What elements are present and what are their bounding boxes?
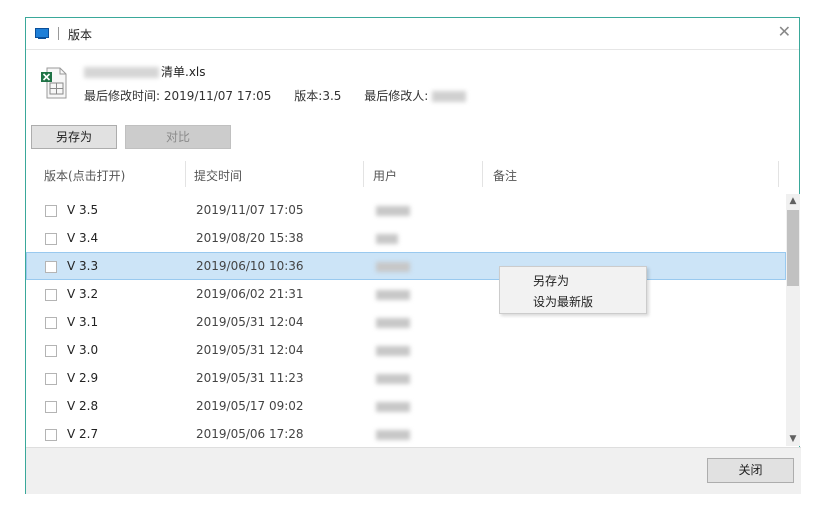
row-checkbox[interactable] — [45, 261, 57, 273]
table-row[interactable]: V 2.9 2019/05/31 11:23 — [26, 364, 786, 392]
row-version[interactable]: V 3.3 — [67, 259, 98, 273]
close-button[interactable]: 关闭 — [707, 458, 794, 483]
app-window-icon — [35, 28, 49, 39]
title-bar: 版本 ✕ — [26, 18, 799, 49]
row-checkbox[interactable] — [45, 233, 57, 245]
redacted-user — [376, 374, 410, 384]
close-icon[interactable]: ✕ — [778, 22, 791, 42]
row-checkbox[interactable] — [45, 401, 57, 413]
row-version[interactable]: V 3.0 — [67, 343, 98, 357]
redacted-user — [376, 290, 410, 300]
redacted-user — [376, 262, 410, 272]
context-menu-save-as[interactable]: 另存为 — [533, 272, 569, 289]
column-divider[interactable] — [185, 161, 186, 187]
modified-time-label: 最后修改时间: — [84, 89, 161, 103]
title-separator — [58, 27, 59, 40]
row-time: 2019/05/31 12:04 — [196, 343, 304, 357]
context-menu-set-latest[interactable]: 设为最新版 — [533, 293, 593, 310]
version-value: 3.5 — [322, 89, 342, 103]
redacted-user — [376, 402, 410, 412]
scroll-down-icon[interactable]: ▼ — [786, 432, 800, 446]
row-version[interactable]: V 2.8 — [67, 399, 98, 413]
row-time: 2019/11/07 17:05 — [196, 203, 304, 217]
column-header-user[interactable]: 用户 — [373, 167, 397, 184]
context-menu: 另存为 设为最新版 — [499, 266, 647, 314]
row-checkbox[interactable] — [45, 205, 57, 217]
row-version[interactable]: V 2.9 — [67, 371, 98, 385]
table-row[interactable]: V 3.0 2019/05/31 12:04 — [26, 336, 786, 364]
save-as-button[interactable]: 另存为 — [31, 125, 117, 149]
redacted-user — [376, 346, 410, 356]
table-row[interactable]: V 2.7 2019/05/06 17:28 — [26, 420, 786, 446]
file-name: 清单.xls — [84, 63, 206, 80]
excel-file-icon — [41, 67, 67, 99]
row-time: 2019/08/20 15:38 — [196, 231, 304, 245]
row-time: 2019/06/10 10:36 — [196, 259, 304, 273]
version-label: 版本: — [294, 89, 323, 103]
scroll-thumb[interactable] — [787, 210, 799, 286]
row-version[interactable]: V 2.7 — [67, 427, 98, 441]
compare-button[interactable]: 对比 — [125, 125, 231, 149]
title-divider — [26, 49, 799, 50]
window-title: 版本 — [68, 28, 93, 42]
column-divider[interactable] — [778, 161, 779, 187]
modifier-label: 最后修改人: — [364, 89, 429, 103]
row-time: 2019/05/17 09:02 — [196, 399, 304, 413]
redacted-modifier — [432, 91, 467, 102]
row-time: 2019/05/31 12:04 — [196, 315, 304, 329]
row-checkbox[interactable] — [45, 429, 57, 441]
modified-time-value: 2019/11/07 17:05 — [163, 89, 272, 103]
row-checkbox[interactable] — [45, 317, 57, 329]
table-row[interactable]: V 3.5 2019/11/07 17:05 — [26, 196, 786, 224]
row-checkbox[interactable] — [45, 345, 57, 357]
row-version[interactable]: V 3.5 — [67, 203, 98, 217]
redacted-file-prefix — [84, 67, 159, 78]
column-header-time[interactable]: 提交时间 — [194, 167, 242, 184]
row-time: 2019/05/31 11:23 — [196, 371, 304, 385]
version-list: V 3.5 2019/11/07 17:05 V 3.4 2019/08/20 … — [26, 194, 786, 446]
column-header-version[interactable]: 版本(点击打开) — [44, 167, 125, 184]
row-version[interactable]: V 3.2 — [67, 287, 98, 301]
table-row[interactable]: V 3.2 2019/06/02 21:31 — [26, 280, 786, 308]
row-version[interactable]: V 3.4 — [67, 231, 98, 245]
version-dialog: 版本 ✕ 清单.xls 最后修改时间: 2019/11/07 17:05 版本:… — [25, 17, 801, 494]
redacted-user — [376, 430, 410, 440]
column-divider[interactable] — [363, 161, 364, 187]
column-divider[interactable] — [482, 161, 483, 187]
row-checkbox[interactable] — [45, 373, 57, 385]
column-header-note[interactable]: 备注 — [493, 167, 517, 184]
dialog-footer: 关闭 — [26, 447, 801, 494]
list-header: 版本(点击打开) 提交时间 用户 备注 — [26, 161, 801, 187]
row-time: 2019/06/02 21:31 — [196, 287, 304, 301]
row-version[interactable]: V 3.1 — [67, 315, 98, 329]
table-row[interactable]: V 3.4 2019/08/20 15:38 — [26, 224, 786, 252]
row-time: 2019/05/06 17:28 — [196, 427, 304, 441]
file-meta: 最后修改时间: 2019/11/07 17:05 版本:3.5 最后修改人: — [84, 87, 467, 104]
vertical-scrollbar[interactable]: ▲ ▼ — [786, 194, 800, 446]
table-row[interactable]: V 3.1 2019/05/31 12:04 — [26, 308, 786, 336]
table-row[interactable]: V 2.8 2019/05/17 09:02 — [26, 392, 786, 420]
redacted-user — [376, 206, 410, 216]
table-row-selected[interactable]: V 3.3 2019/06/10 10:36 — [26, 252, 786, 280]
redacted-user — [376, 318, 410, 328]
redacted-user — [376, 234, 398, 244]
row-checkbox[interactable] — [45, 289, 57, 301]
scroll-up-icon[interactable]: ▲ — [786, 194, 800, 208]
